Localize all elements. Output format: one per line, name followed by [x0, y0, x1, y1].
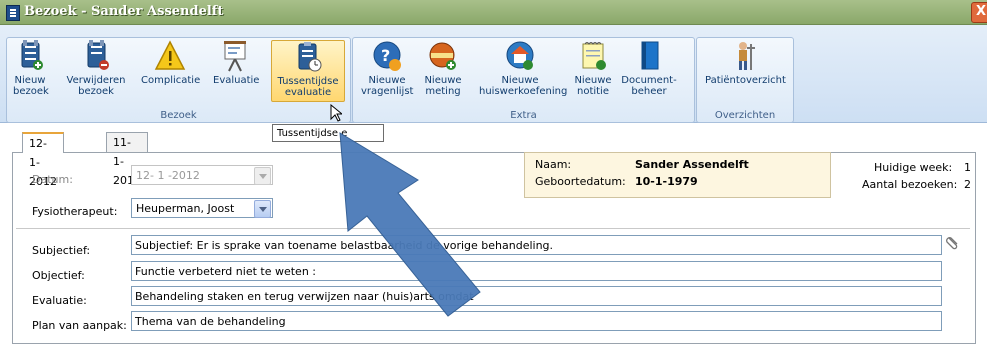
ribbon-group-extra: ? Nieuwe vragenlijst Nieuwe meting Nieuw… — [352, 37, 695, 123]
complication-label: Complicatie — [141, 75, 201, 86]
objective-label: Objectief: — [32, 269, 85, 282]
new-measurement-label-2: meting — [425, 86, 461, 97]
interim-evaluation-button[interactable]: Tussentijdse evaluatie — [271, 40, 345, 102]
mouse-cursor-icon — [330, 103, 344, 125]
notepad-icon — [577, 40, 609, 72]
clipboard-clock-icon — [292, 41, 324, 73]
document-management-label-1: Document- — [621, 75, 677, 86]
new-homework-button[interactable]: Nieuwe huiswerkoefening — [479, 40, 568, 100]
delete-visit-label-1: Verwijderen — [66, 75, 126, 86]
interim-evaluation-label-1: Tussentijdse — [277, 76, 339, 87]
complication-button[interactable]: Complicatie — [141, 40, 201, 100]
group-label-overzichten: Overzichten — [714, 110, 776, 121]
divider — [16, 228, 970, 229]
patient-overview-button[interactable]: Patiëntoverzicht — [705, 40, 786, 100]
visit-count-label: Aantal bezoeken: — [862, 178, 958, 191]
therapist-value: Heuperman, Joost — [136, 202, 235, 215]
group-label-bezoek: Bezoek — [160, 110, 197, 121]
new-visit-label-1: Nieuw — [14, 75, 46, 86]
evaluation-field-label: Evaluatie: — [32, 294, 87, 307]
new-visit-button[interactable]: Nieuw bezoek — [13, 40, 49, 100]
measuring-tape-icon — [427, 40, 459, 72]
new-questionnaire-label-1: Nieuwe — [368, 75, 406, 86]
patient-info-box: Naam: Sander Assendelft Geboortedatum: 1… — [524, 152, 831, 198]
therapist-label: Fysiotherapeut: — [32, 205, 118, 218]
new-visit-icon — [14, 40, 46, 72]
patient-figure-icon — [729, 40, 761, 72]
tab-visit-2[interactable]: 11-1-2012 — [106, 132, 148, 187]
date-label: Datum: — [32, 173, 73, 186]
evaluation-input[interactable]: Behandeling staken en terug verwijzen na… — [131, 286, 942, 306]
new-homework-label-1: Nieuwe — [501, 75, 539, 86]
document-management-label-2: beheer — [631, 86, 667, 97]
subjective-input[interactable]: Subjectief: Er is sprake van toename bel… — [131, 235, 942, 255]
plan-input[interactable]: Thema van de behandeling — [131, 311, 942, 331]
plan-label: Plan van aanpak: — [32, 319, 127, 332]
new-questionnaire-button[interactable]: ? Nieuwe vragenlijst — [361, 40, 413, 100]
chevron-down-icon — [254, 167, 271, 185]
evaluation-button[interactable]: Evaluatie — [213, 40, 260, 100]
ribbon-group-bezoek: Nieuw bezoek Verwijderen bezoek Complica… — [6, 37, 351, 123]
document-management-button[interactable]: Document- beheer — [621, 40, 677, 100]
visit-count-value: 2 — [964, 178, 971, 191]
new-note-button[interactable]: Nieuwe notitie — [571, 40, 615, 100]
patient-name-value: Sander Assendelft — [635, 158, 749, 171]
ribbon-group-overzichten: Patiëntoverzicht Overzichten — [696, 37, 794, 123]
current-week-label: Huidige week: — [874, 161, 953, 174]
interim-evaluation-label-2: evaluatie — [284, 87, 332, 98]
window-title: Bezoek - Sander Assendelft — [24, 4, 224, 19]
house-icon — [504, 40, 536, 72]
group-label-extra: Extra — [510, 110, 537, 121]
paperclip-icon[interactable] — [945, 234, 961, 253]
new-measurement-label-1: Nieuwe — [424, 75, 462, 86]
subjective-label: Subjectief: — [32, 244, 91, 257]
therapist-select[interactable]: Heuperman, Joost — [131, 198, 273, 218]
patient-dob-label: Geboortedatum: — [535, 175, 626, 188]
new-note-label-1: Nieuwe — [574, 75, 612, 86]
easel-icon — [219, 40, 251, 72]
current-week-value: 1 — [964, 161, 971, 174]
close-button[interactable]: X — [971, 2, 987, 23]
delete-visit-button[interactable]: Verwijderen bezoek — [65, 40, 127, 100]
tooltip: Tussentijdse e — [272, 124, 384, 142]
new-visit-label-2: bezoek — [13, 86, 49, 97]
svg-text:?: ? — [381, 46, 390, 65]
evaluation-label: Evaluatie — [213, 75, 260, 86]
objective-input[interactable]: Functie verbeterd niet te weten : — [131, 261, 942, 281]
binder-icon — [633, 40, 665, 72]
tab-visit-1[interactable]: 12-1-2012 — [22, 132, 64, 188]
title-bar: Bezoek - Sander Assendelft X — [0, 0, 987, 25]
chevron-down-icon[interactable] — [254, 200, 271, 218]
new-measurement-button[interactable]: Nieuwe meting — [421, 40, 465, 100]
new-questionnaire-label-2: vragenlijst — [361, 86, 414, 97]
delete-visit-icon — [80, 40, 112, 72]
new-homework-label-2: huiswerkoefening — [479, 86, 568, 97]
ribbon: Nieuw bezoek Verwijderen bezoek Complica… — [0, 25, 987, 123]
date-value: 12- 1 -2012 — [136, 169, 200, 182]
patient-name-label: Naam: — [535, 158, 572, 171]
warning-icon — [154, 40, 186, 72]
patient-overview-label: Patiëntoverzicht — [705, 75, 786, 86]
app-icon — [6, 5, 20, 21]
date-picker: 12- 1 -2012 — [131, 165, 273, 185]
questionnaire-icon: ? — [371, 40, 403, 72]
patient-dob-value: 10-1-1979 — [635, 175, 698, 188]
delete-visit-label-2: bezoek — [78, 86, 114, 97]
new-note-label-2: notitie — [576, 86, 609, 97]
